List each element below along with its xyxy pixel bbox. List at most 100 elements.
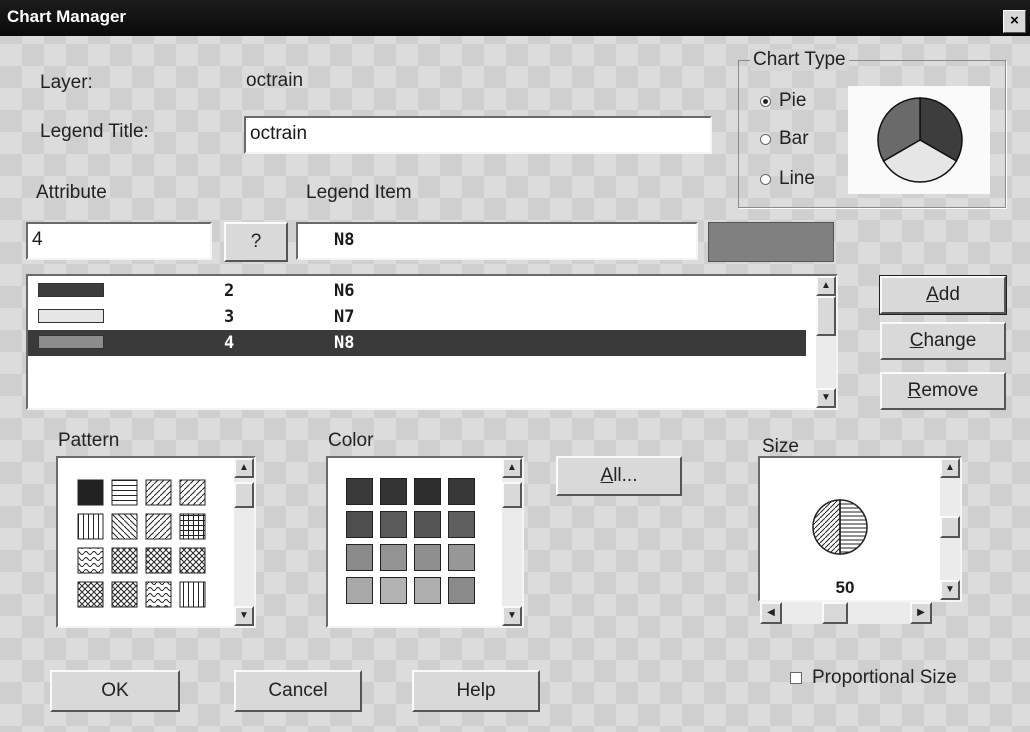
pie-preview-icon	[877, 97, 963, 183]
radio-pie-indicator	[760, 95, 771, 107]
attribute-label: Attribute	[36, 182, 107, 203]
help-button[interactable]: Help	[412, 670, 540, 712]
size-scroll-left-icon[interactable]: ◀	[760, 602, 782, 624]
color-swatch[interactable]	[380, 577, 407, 604]
color-swatch[interactable]	[448, 478, 475, 505]
chart-type-label: Chart Type	[750, 49, 849, 71]
color-scroll-thumb[interactable]	[502, 482, 522, 508]
legend-rows: 2 N6 3 N7 4 N8	[28, 278, 808, 406]
radio-pie[interactable]: Pie	[760, 90, 806, 112]
color-swatch[interactable]	[414, 577, 441, 604]
legend-row-swatch	[38, 335, 104, 349]
pattern-scroll-down-icon[interactable]: ▼	[234, 606, 254, 626]
legend-row-item: N7	[334, 307, 355, 327]
scroll-down-icon[interactable]: ▼	[816, 388, 836, 408]
remove-label: emove	[921, 380, 979, 401]
remove-mnemonic: R	[907, 380, 922, 401]
color-picker[interactable]: ▲ ▼	[326, 456, 524, 628]
close-button[interactable]: ×	[1003, 10, 1026, 33]
color-swatch[interactable]	[346, 544, 373, 571]
change-label: hange	[923, 330, 977, 351]
query-button[interactable]: ?	[224, 222, 288, 262]
ok-button[interactable]: OK	[50, 670, 180, 712]
size-hscrollbar[interactable]: ◀ ▶	[760, 602, 932, 624]
size-scroll-down-icon[interactable]: ▼	[940, 580, 960, 600]
radio-bar-label: Bar	[779, 128, 809, 149]
chart-type-preview	[848, 86, 990, 194]
pattern-picker[interactable]: ▲ ▼	[56, 456, 256, 628]
legend-row-item: N6	[334, 281, 355, 301]
remove-button[interactable]: Remove	[880, 372, 1006, 410]
color-swatch[interactable]	[380, 478, 407, 505]
pattern-scroll-thumb[interactable]	[234, 482, 254, 508]
size-hscroll-thumb[interactable]	[822, 602, 848, 624]
color-scrollbar[interactable]: ▲ ▼	[502, 458, 522, 626]
title-bar: Chart Manager ×	[0, 0, 1030, 36]
change-mnemonic: C	[909, 330, 924, 351]
size-vscrollbar[interactable]: ▲ ▼	[940, 458, 960, 600]
color-scroll-up-icon[interactable]: ▲	[502, 458, 522, 478]
size-scroll-up-icon[interactable]: ▲	[940, 458, 960, 478]
add-button[interactable]: Add	[879, 275, 1007, 315]
cancel-button[interactable]: Cancel	[234, 670, 362, 712]
size-label: Size	[762, 436, 799, 457]
all-colors-button[interactable]: All...	[556, 456, 682, 496]
legend-list-scrollbar[interactable]: ▲ ▼	[816, 276, 836, 408]
legend-row[interactable]: 4 N8	[28, 330, 806, 356]
radio-line-label: Line	[779, 168, 815, 189]
legend-item-label: Legend Item	[306, 182, 412, 203]
color-swatch[interactable]	[414, 544, 441, 571]
radio-line-indicator	[760, 173, 771, 185]
legend-list[interactable]: 2 N6 3 N7 4 N8 ▲ ▼	[26, 274, 838, 410]
proportional-size-box[interactable]	[790, 672, 802, 684]
proportional-size-label: Proportional Size	[812, 667, 957, 688]
color-swatch[interactable]	[448, 511, 475, 538]
radio-line[interactable]: Line	[760, 168, 815, 190]
radio-bar-indicator	[760, 133, 771, 145]
legend-row[interactable]: 2 N6	[28, 278, 806, 304]
all-label: ll...	[613, 465, 638, 486]
size-preview: 50 ▲ ▼	[758, 456, 962, 602]
size-value: 50	[835, 578, 855, 597]
radio-pie-label: Pie	[779, 90, 807, 111]
color-swatch[interactable]	[448, 544, 475, 571]
pattern-label: Pattern	[58, 430, 120, 451]
legend-item-color-swatch[interactable]	[708, 222, 834, 262]
legend-title-input[interactable]: octrain	[244, 116, 712, 154]
layer-value: octrain	[246, 70, 304, 91]
color-swatch[interactable]	[380, 544, 407, 571]
pattern-scroll-up-icon[interactable]: ▲	[234, 458, 254, 478]
size-scroll-right-icon[interactable]: ▶	[910, 602, 932, 624]
window-title: Chart Manager	[7, 7, 127, 26]
change-button[interactable]: Change	[880, 322, 1006, 360]
color-swatch[interactable]	[380, 511, 407, 538]
color-swatch[interactable]	[448, 577, 475, 604]
scroll-thumb[interactable]	[816, 296, 836, 336]
attribute-input[interactable]: 4	[26, 222, 212, 260]
add-label: dd	[938, 284, 960, 305]
size-vscroll-thumb[interactable]	[940, 516, 960, 538]
color-scroll-down-icon[interactable]: ▼	[502, 606, 522, 626]
scroll-up-icon[interactable]: ▲	[816, 276, 836, 296]
proportional-size-checkbox[interactable]: Proportional Size	[790, 667, 957, 689]
legend-row-attribute: 3	[224, 307, 235, 327]
legend-row[interactable]: 3 N7	[28, 304, 806, 330]
pattern-scrollbar[interactable]: ▲ ▼	[234, 458, 254, 626]
legend-item-input[interactable]: N8	[296, 222, 698, 260]
legend-row-attribute: 4	[224, 333, 235, 353]
pattern-grid	[76, 478, 216, 608]
color-swatch[interactable]	[414, 511, 441, 538]
legend-row-attribute: 2	[224, 281, 235, 301]
color-swatch[interactable]	[346, 478, 373, 505]
color-label: Color	[328, 430, 374, 451]
pattern-swatches-icon	[77, 479, 206, 608]
add-mnemonic: A	[926, 284, 939, 305]
legend-title-label: Legend Title:	[40, 121, 149, 142]
legend-row-swatch	[38, 309, 104, 323]
radio-bar[interactable]: Bar	[760, 128, 809, 150]
color-swatch[interactable]	[346, 511, 373, 538]
all-mnemonic: A	[600, 465, 614, 486]
color-swatch[interactable]	[346, 577, 373, 604]
legend-row-swatch	[38, 283, 104, 297]
color-swatch[interactable]	[414, 478, 441, 505]
